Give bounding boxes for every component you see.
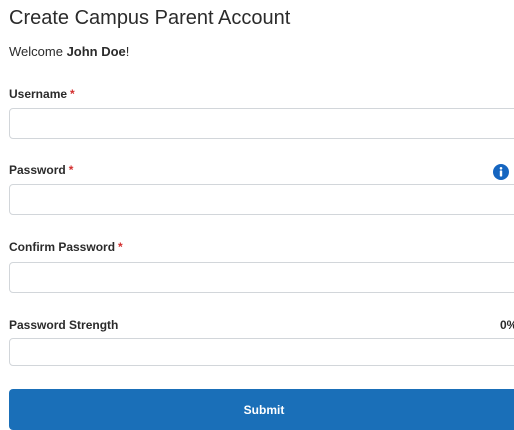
- required-mark: *: [118, 240, 123, 254]
- user-name: John Doe: [66, 44, 126, 59]
- welcome-prefix: Welcome: [9, 44, 67, 59]
- password-strength-label: Password Strength: [9, 318, 119, 332]
- submit-button[interactable]: Submit: [9, 389, 514, 430]
- password-label: Password *: [9, 163, 73, 177]
- password-label-text: Password: [9, 163, 66, 177]
- info-icon[interactable]: [493, 164, 509, 180]
- confirm-password-input[interactable]: [9, 262, 514, 293]
- required-mark: *: [68, 163, 74, 177]
- confirm-password-label-text: Confirm Password: [9, 240, 116, 254]
- page-title: Create Campus Parent Account: [9, 7, 291, 29]
- password-strength-meter: [9, 338, 514, 366]
- welcome-suffix: !: [125, 44, 130, 59]
- username-label-text: Username: [9, 87, 68, 101]
- welcome-message: Welcome John Doe!: [9, 44, 129, 60]
- password-input[interactable]: [9, 184, 514, 215]
- create-account-page: Create Campus Parent Account Welcome Joh…: [0, 0, 514, 430]
- confirm-password-label: Confirm Password *: [9, 240, 123, 254]
- username-label: Username *: [9, 87, 75, 101]
- password-strength-percent: 0%: [500, 318, 514, 332]
- required-mark: *: [70, 87, 75, 101]
- username-input[interactable]: [9, 108, 514, 139]
